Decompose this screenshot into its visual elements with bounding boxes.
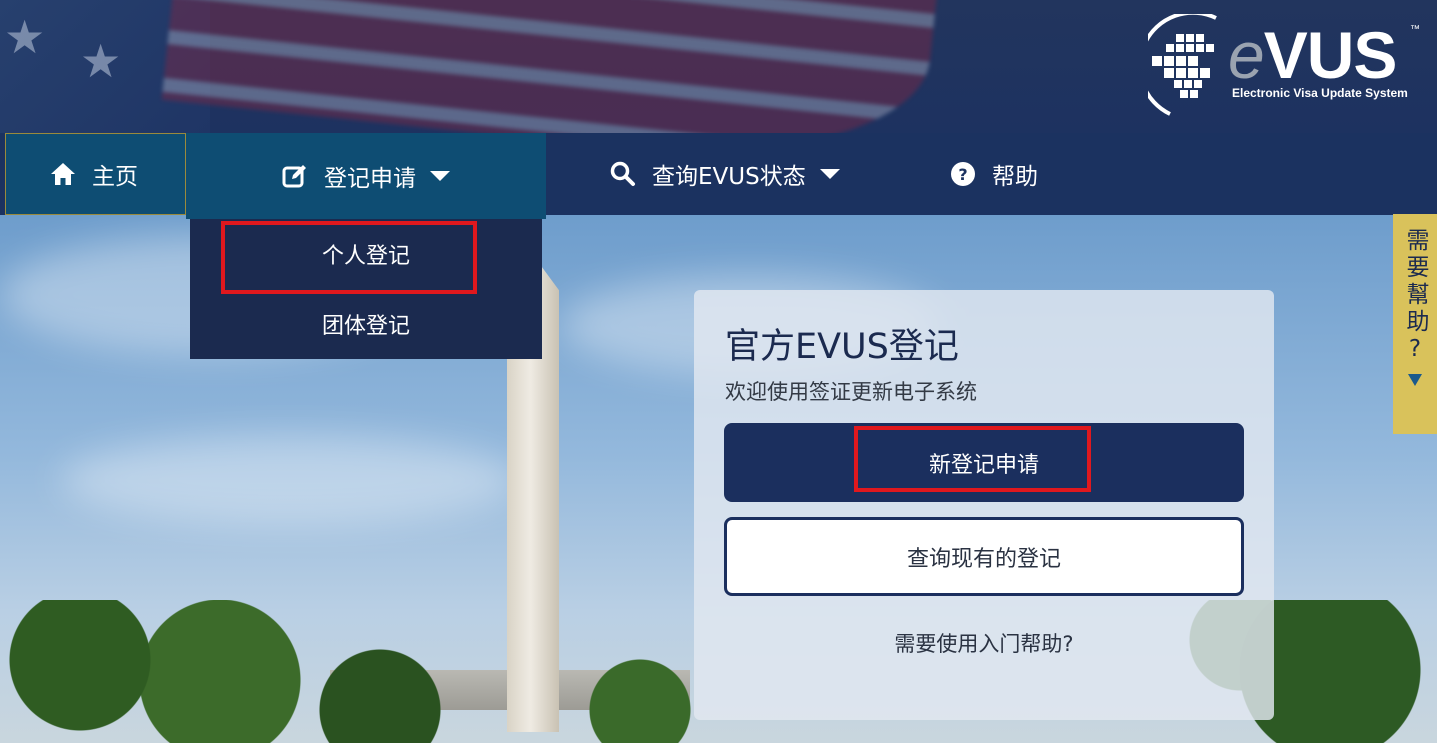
nav-help-label: 帮助	[992, 164, 1038, 190]
check-existing-registration-button[interactable]: 查询现有的登记	[724, 517, 1244, 596]
star-icon: ★	[4, 10, 46, 64]
main-nav: 主页 登记申请 查询EVUS状态 ? 帮助	[0, 133, 1437, 219]
help-side-tab[interactable]: 需要幫助?	[1393, 214, 1437, 434]
nav-home[interactable]: 主页	[5, 133, 186, 215]
logo-trademark: ™	[1410, 24, 1420, 35]
register-dropdown-menu: 个人登记 团体登记	[190, 219, 542, 359]
registration-card: 官方EVUS登记 欢迎使用签证更新电子系统 新登记申请 查询现有的登记 需要使用…	[694, 290, 1274, 720]
menu-item-individual-registration[interactable]: 个人登记	[190, 219, 542, 289]
evus-logo[interactable]: eVUS ™ Electronic Visa Update System	[1148, 14, 1423, 120]
site-header: ★ ★ eVUS ™ Electronic Visa Update System	[0, 0, 1437, 133]
nav-register[interactable]: 登记申请	[186, 133, 546, 219]
getting-started-help-link[interactable]: 需要使用入门帮助?	[694, 628, 1274, 658]
svg-text:?: ?	[958, 165, 967, 184]
star-icon: ★	[80, 34, 122, 88]
new-registration-button[interactable]: 新登记申请	[724, 423, 1244, 502]
home-icon	[51, 163, 75, 185]
card-title: 官方EVUS登记	[725, 327, 959, 367]
search-icon	[610, 161, 635, 186]
edit-icon	[282, 165, 306, 188]
help-tab-label: 需要幫助?	[1402, 228, 1428, 366]
logo-wordmark: eVUS	[1228, 18, 1397, 92]
nav-home-label: 主页	[92, 164, 138, 190]
question-circle-icon: ?	[951, 162, 975, 186]
card-subtitle: 欢迎使用签证更新电子系统	[725, 380, 977, 404]
chevron-down-icon	[430, 171, 450, 181]
logo-subtitle: Electronic Visa Update System	[1232, 86, 1408, 100]
cloud	[60, 435, 520, 525]
nav-register-label: 登记申请	[324, 166, 416, 192]
menu-item-group-registration[interactable]: 团体登记	[190, 289, 542, 359]
triangle-down-icon	[1408, 374, 1422, 386]
chevron-down-icon	[819, 169, 840, 179]
globe-icon	[1148, 14, 1217, 116]
flag-stripes	[161, 0, 939, 133]
nav-help[interactable]: ? 帮助	[950, 133, 1090, 215]
nav-check-label: 查询EVUS状态	[652, 164, 806, 190]
nav-check-status[interactable]: 查询EVUS状态	[610, 133, 870, 215]
